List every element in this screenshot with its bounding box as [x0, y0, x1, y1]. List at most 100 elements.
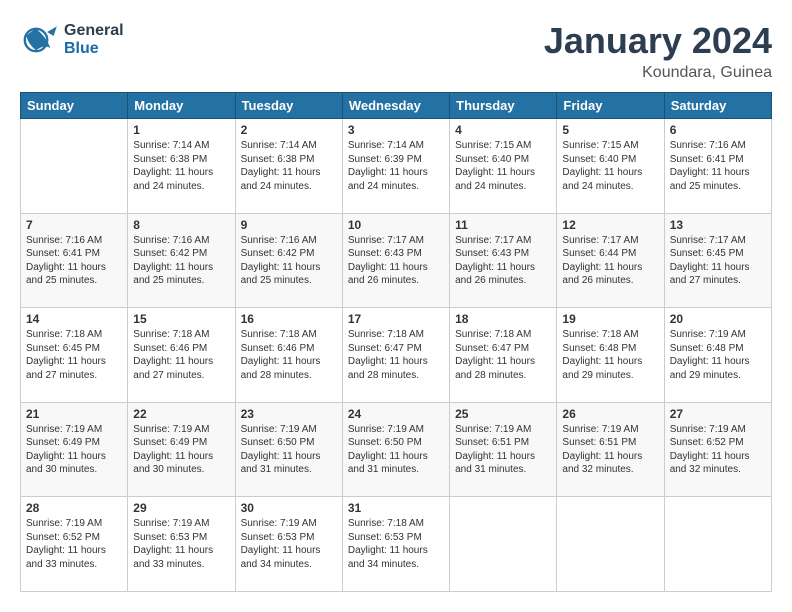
calendar-cell: 19 Sunrise: 7:18 AM Sunset: 6:48 PM Dayli…	[557, 308, 664, 403]
logo-general: General	[64, 22, 124, 40]
day-number: 28	[26, 501, 122, 515]
day-info: Sunrise: 7:19 AM Sunset: 6:51 PM Dayligh…	[562, 423, 658, 477]
calendar-cell: 23 Sunrise: 7:19 AM Sunset: 6:50 PM Dayli…	[235, 402, 342, 497]
calendar-cell: 4 Sunrise: 7:15 AM Sunset: 6:40 PM Daylig…	[450, 119, 557, 214]
logo: General Blue	[20, 20, 124, 60]
calendar-cell: 28 Sunrise: 7:19 AM Sunset: 6:52 PM Dayli…	[21, 497, 128, 592]
day-info: Sunrise: 7:17 AM Sunset: 6:43 PM Dayligh…	[455, 234, 551, 288]
location: Koundara, Guinea	[544, 64, 772, 82]
day-info: Sunrise: 7:19 AM Sunset: 6:50 PM Dayligh…	[348, 423, 444, 477]
calendar-cell: 26 Sunrise: 7:19 AM Sunset: 6:51 PM Dayli…	[557, 402, 664, 497]
calendar-cell: 9 Sunrise: 7:16 AM Sunset: 6:42 PM Daylig…	[235, 213, 342, 308]
calendar-cell: 20 Sunrise: 7:19 AM Sunset: 6:48 PM Dayli…	[664, 308, 771, 403]
day-info: Sunrise: 7:16 AM Sunset: 6:41 PM Dayligh…	[26, 234, 122, 288]
day-number: 8	[133, 218, 229, 232]
day-info: Sunrise: 7:14 AM Sunset: 6:39 PM Dayligh…	[348, 139, 444, 193]
day-info: Sunrise: 7:19 AM Sunset: 6:53 PM Dayligh…	[241, 517, 337, 571]
day-number: 30	[241, 501, 337, 515]
day-number: 29	[133, 501, 229, 515]
calendar-cell: 13Sunrise: 7:17 AM Sunset: 6:45 PM Dayli…	[664, 213, 771, 308]
day-number: 31	[348, 501, 444, 515]
calendar-cell: 10 Sunrise: 7:17 AM Sunset: 6:43 PM Dayli…	[342, 213, 449, 308]
day-info: Sunrise: 7:16 AM Sunset: 6:42 PM Dayligh…	[241, 234, 337, 288]
day-info: Sunrise: 7:17 AM Sunset: 6:43 PM Dayligh…	[348, 234, 444, 288]
day-info: Sunrise: 7:18 AM Sunset: 6:46 PM Dayligh…	[133, 328, 229, 382]
day-number: 20	[670, 312, 766, 326]
day-number: 7	[26, 218, 122, 232]
day-info: Sunrise: 7:19 AM Sunset: 6:53 PM Dayligh…	[133, 517, 229, 571]
day-number: 23	[241, 407, 337, 421]
day-number: 24	[348, 407, 444, 421]
calendar-cell: 5Sunrise: 7:15 AM Sunset: 6:40 PM Daylig…	[557, 119, 664, 214]
day-number: 12	[562, 218, 658, 232]
day-info: Sunrise: 7:19 AM Sunset: 6:50 PM Dayligh…	[241, 423, 337, 477]
day-number: 5	[562, 123, 658, 137]
day-info: Sunrise: 7:19 AM Sunset: 6:52 PM Dayligh…	[26, 517, 122, 571]
day-info: Sunrise: 7:18 AM Sunset: 6:47 PM Dayligh…	[455, 328, 551, 382]
day-header: Tuesday	[235, 93, 342, 119]
calendar-cell: 29 Sunrise: 7:19 AM Sunset: 6:53 PM Dayli…	[128, 497, 235, 592]
calendar-cell: 30 Sunrise: 7:19 AM Sunset: 6:53 PM Dayli…	[235, 497, 342, 592]
calendar-cell: 3 Sunrise: 7:14 AM Sunset: 6:39 PM Daylig…	[342, 119, 449, 214]
day-info: Sunrise: 7:19 AM Sunset: 6:48 PM Dayligh…	[670, 328, 766, 382]
calendar-cell: 11 Sunrise: 7:17 AM Sunset: 6:43 PM Dayli…	[450, 213, 557, 308]
day-number: 4	[455, 123, 551, 137]
calendar-cell: 16 Sunrise: 7:18 AM Sunset: 6:46 PM Dayli…	[235, 308, 342, 403]
title-area: January 2024 Koundara, Guinea	[544, 20, 772, 82]
day-header: Thursday	[450, 93, 557, 119]
day-info: Sunrise: 7:19 AM Sunset: 6:49 PM Dayligh…	[26, 423, 122, 477]
day-info: Sunrise: 7:18 AM Sunset: 6:53 PM Dayligh…	[348, 517, 444, 571]
day-info: Sunrise: 7:16 AM Sunset: 6:42 PM Dayligh…	[133, 234, 229, 288]
day-header: Friday	[557, 93, 664, 119]
day-number: 6	[670, 123, 766, 137]
calendar-cell	[664, 497, 771, 592]
calendar-cell: 6 Sunrise: 7:16 AM Sunset: 6:41 PM Daylig…	[664, 119, 771, 214]
day-info: Sunrise: 7:18 AM Sunset: 6:47 PM Dayligh…	[348, 328, 444, 382]
day-info: Sunrise: 7:18 AM Sunset: 6:46 PM Dayligh…	[241, 328, 337, 382]
day-number: 26	[562, 407, 658, 421]
day-number: 21	[26, 407, 122, 421]
day-number: 10	[348, 218, 444, 232]
day-number: 27	[670, 407, 766, 421]
day-info: Sunrise: 7:18 AM Sunset: 6:45 PM Dayligh…	[26, 328, 122, 382]
day-header: Monday	[128, 93, 235, 119]
calendar-cell: 8 Sunrise: 7:16 AM Sunset: 6:42 PM Daylig…	[128, 213, 235, 308]
day-info: Sunrise: 7:16 AM Sunset: 6:41 PM Dayligh…	[670, 139, 766, 193]
day-number: 18	[455, 312, 551, 326]
calendar: SundayMondayTuesdayWednesdayThursdayFrid…	[20, 92, 772, 592]
calendar-cell: 15 Sunrise: 7:18 AM Sunset: 6:46 PM Dayli…	[128, 308, 235, 403]
day-info: Sunrise: 7:18 AM Sunset: 6:48 PM Dayligh…	[562, 328, 658, 382]
calendar-cell: 22 Sunrise: 7:19 AM Sunset: 6:49 PM Dayli…	[128, 402, 235, 497]
calendar-cell	[450, 497, 557, 592]
day-number: 1	[133, 123, 229, 137]
day-info: Sunrise: 7:14 AM Sunset: 6:38 PM Dayligh…	[133, 139, 229, 193]
day-number: 9	[241, 218, 337, 232]
day-info: Sunrise: 7:15 AM Sunset: 6:40 PM Dayligh…	[455, 139, 551, 193]
calendar-cell: 21 Sunrise: 7:19 AM Sunset: 6:49 PM Dayli…	[21, 402, 128, 497]
day-number: 2	[241, 123, 337, 137]
day-number: 19	[562, 312, 658, 326]
day-header: Sunday	[21, 93, 128, 119]
month-title: January 2024	[544, 20, 772, 62]
day-number: 15	[133, 312, 229, 326]
day-header: Saturday	[664, 93, 771, 119]
calendar-cell: 24 Sunrise: 7:19 AM Sunset: 6:50 PM Dayli…	[342, 402, 449, 497]
day-number: 17	[348, 312, 444, 326]
day-info: Sunrise: 7:19 AM Sunset: 6:52 PM Dayligh…	[670, 423, 766, 477]
day-info: Sunrise: 7:17 AM Sunset: 6:45 PM Dayligh…	[670, 234, 766, 288]
day-info: Sunrise: 7:19 AM Sunset: 6:49 PM Dayligh…	[133, 423, 229, 477]
logo-blue: Blue	[64, 40, 124, 58]
calendar-cell: 17 Sunrise: 7:18 AM Sunset: 6:47 PM Dayli…	[342, 308, 449, 403]
day-number: 25	[455, 407, 551, 421]
calendar-cell	[21, 119, 128, 214]
calendar-cell: 12Sunrise: 7:17 AM Sunset: 6:44 PM Dayli…	[557, 213, 664, 308]
day-number: 3	[348, 123, 444, 137]
calendar-cell: 14 Sunrise: 7:18 AM Sunset: 6:45 PM Dayli…	[21, 308, 128, 403]
day-number: 16	[241, 312, 337, 326]
day-number: 14	[26, 312, 122, 326]
day-number: 11	[455, 218, 551, 232]
day-number: 22	[133, 407, 229, 421]
day-info: Sunrise: 7:19 AM Sunset: 6:51 PM Dayligh…	[455, 423, 551, 477]
calendar-cell: 27 Sunrise: 7:19 AM Sunset: 6:52 PM Dayli…	[664, 402, 771, 497]
calendar-cell: 1 Sunrise: 7:14 AM Sunset: 6:38 PM Daylig…	[128, 119, 235, 214]
